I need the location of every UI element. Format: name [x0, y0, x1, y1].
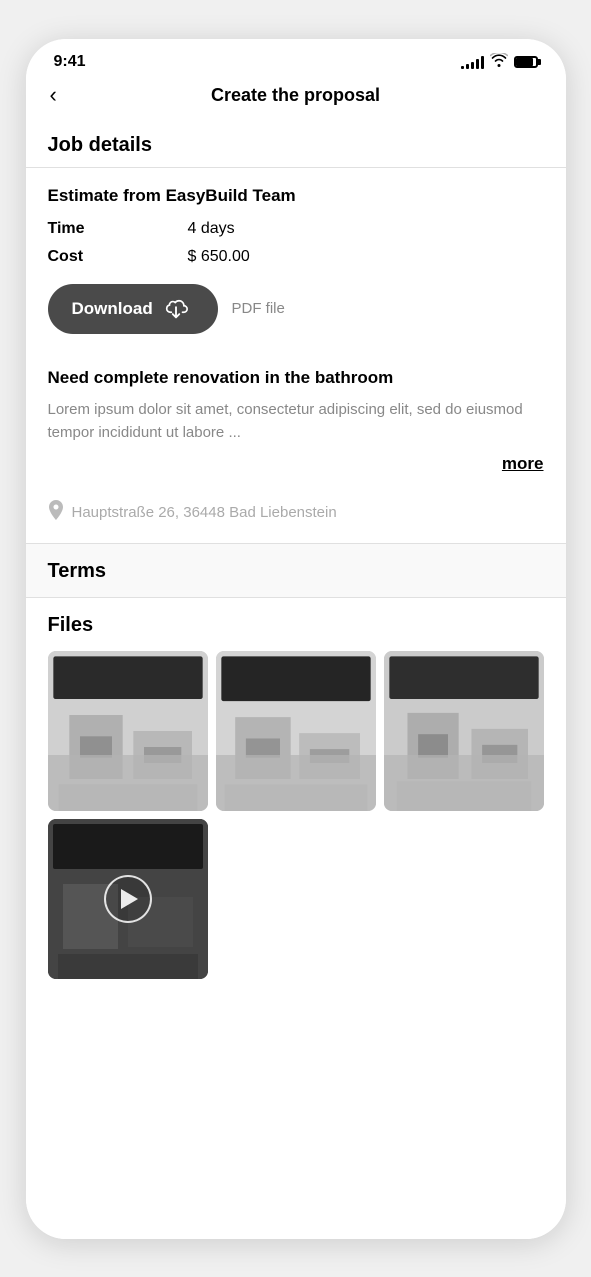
download-icon [163, 298, 189, 320]
video-thumbnail[interactable] [48, 819, 208, 979]
time-value: 4 days [188, 220, 235, 238]
download-button[interactable]: Download [48, 284, 218, 334]
download-row: Download PDF file [48, 284, 544, 334]
description-text: Lorem ipsum dolor sit amet, consectetur … [48, 398, 544, 445]
status-time: 9:41 [54, 53, 86, 71]
terms-section: Terms [26, 544, 566, 597]
description-title: Need complete renovation in the bathroom [48, 368, 544, 388]
phone-frame: 9:41 ‹ Create [26, 39, 566, 1239]
files-section: Files [26, 598, 566, 995]
nav-header: ‹ Create the proposal [26, 77, 566, 118]
location-icon [48, 500, 64, 525]
status-icons [461, 53, 538, 70]
play-icon [121, 889, 138, 909]
location-row: Hauptstraße 26, 36448 Bad Liebenstein [26, 490, 566, 543]
battery-icon [514, 56, 538, 68]
pdf-label: PDF file [232, 300, 285, 317]
download-label: Download [72, 299, 153, 319]
page-title: Create the proposal [211, 85, 380, 106]
estimate-heading: Estimate from EasyBuild Team [48, 186, 544, 206]
more-link[interactable]: more [48, 454, 544, 474]
description-section: Need complete renovation in the bathroom… [26, 352, 566, 491]
wifi-icon [490, 53, 508, 70]
job-details-title: Job details [48, 134, 152, 156]
files-grid [48, 651, 544, 811]
estimate-section: Estimate from EasyBuild Team Time 4 days… [26, 168, 566, 352]
file-image-3[interactable] [384, 651, 544, 811]
status-bar: 9:41 [26, 39, 566, 77]
play-button[interactable] [104, 875, 152, 923]
file-image-1[interactable] [48, 651, 208, 811]
file-image-2[interactable] [216, 651, 376, 811]
job-details-header: Job details [26, 118, 566, 167]
terms-title: Terms [48, 560, 107, 582]
signal-icon [461, 55, 484, 69]
cost-row: Cost $ 650.00 [48, 248, 544, 266]
time-row: Time 4 days [48, 220, 544, 238]
files-title: Files [48, 614, 544, 637]
cost-value: $ 650.00 [188, 248, 250, 266]
main-content: Job details Estimate from EasyBuild Team… [26, 118, 566, 1239]
time-label: Time [48, 220, 128, 238]
location-text: Hauptstraße 26, 36448 Bad Liebenstein [72, 504, 337, 521]
cost-label: Cost [48, 248, 128, 266]
back-button[interactable]: ‹ [46, 80, 61, 110]
